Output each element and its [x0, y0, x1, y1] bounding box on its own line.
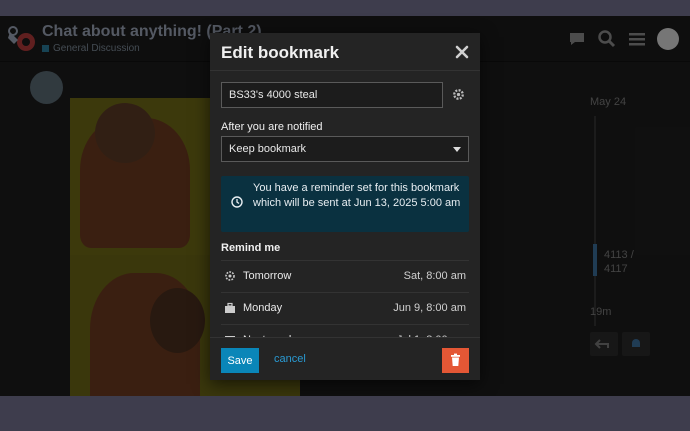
- after-notified-select[interactable]: Keep bookmark: [221, 136, 469, 162]
- remind-option-tomorrow[interactable]: Tomorrow Sat, 8:00 am: [221, 260, 469, 291]
- modal-header-divider: [210, 70, 480, 71]
- remind-option-time: Jun 9, 8:00 am: [393, 302, 466, 314]
- trash-icon: [451, 353, 460, 366]
- options-gear-icon[interactable]: [452, 88, 465, 101]
- system-top-bar: [0, 0, 690, 16]
- gear-icon: [225, 271, 235, 281]
- modal-title: Edit bookmark: [221, 43, 340, 62]
- close-icon[interactable]: [453, 43, 471, 61]
- delete-bookmark-button[interactable]: [442, 348, 469, 373]
- edit-bookmark-modal: Edit bookmark After you are notified Kee…: [210, 33, 480, 380]
- chevron-down-icon: [453, 146, 461, 152]
- remind-option-time: Sat, 8:00 am: [403, 270, 466, 282]
- reminder-notice: You have a reminder set for this bookmar…: [221, 176, 469, 232]
- after-notified-selected: Keep bookmark: [229, 143, 307, 155]
- remind-option-label: Tomorrow: [243, 270, 292, 282]
- modal-footer: Save cancel: [210, 337, 480, 380]
- remind-option-monday[interactable]: Monday Jun 9, 8:00 am: [221, 292, 469, 323]
- remind-me-label: Remind me: [221, 242, 281, 254]
- save-button[interactable]: Save: [221, 348, 259, 373]
- after-notified-label: After you are notified: [221, 121, 323, 133]
- remind-option-label: Monday: [243, 302, 283, 314]
- system-bottom-bar: [0, 396, 690, 431]
- cancel-link[interactable]: cancel: [274, 353, 306, 365]
- briefcase-icon: [225, 302, 235, 313]
- reminder-notice-text: You have a reminder set for this bookmar…: [253, 182, 461, 209]
- bookmark-name-input[interactable]: [221, 82, 443, 108]
- clock-icon: [231, 196, 243, 208]
